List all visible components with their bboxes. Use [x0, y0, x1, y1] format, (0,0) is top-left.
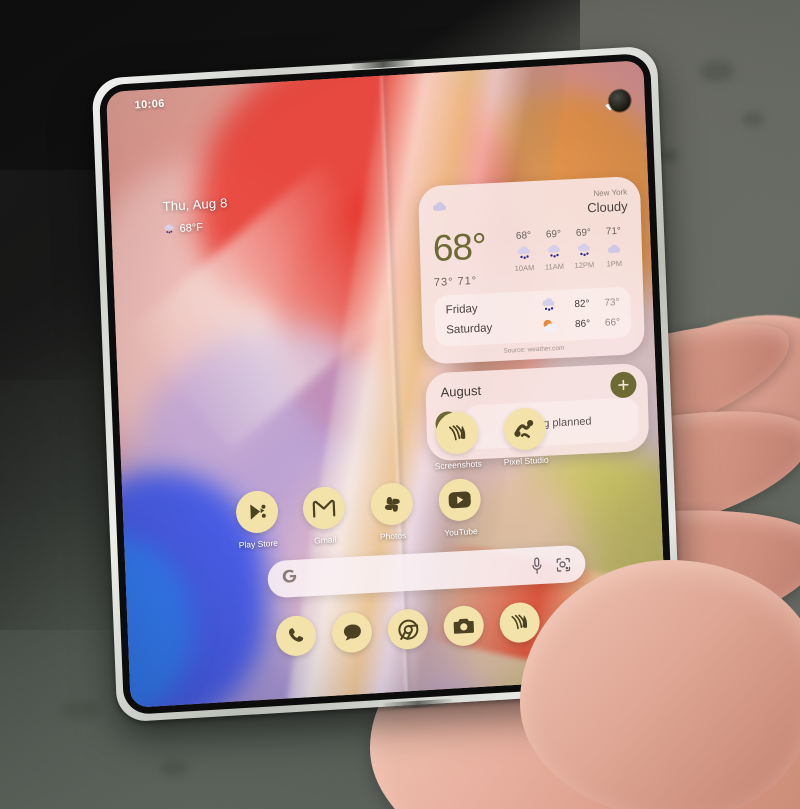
weather-high-low: 73° 71°	[434, 273, 510, 289]
google-g-icon	[281, 568, 298, 590]
app-screenshots[interactable]: Screenshots	[422, 410, 492, 472]
background-speck	[660, 150, 678, 162]
weather-condition: Cloudy	[586, 198, 628, 216]
gmail-icon	[302, 485, 346, 531]
app-photos[interactable]: Photos	[357, 481, 427, 543]
background-speck	[700, 60, 734, 82]
status-clock: 10:06	[134, 97, 165, 112]
hourly-temp: 69°	[575, 227, 592, 240]
hourly-time: 12PM	[574, 260, 595, 271]
rain-icon	[509, 245, 539, 262]
at-a-glance[interactable]: Thu, Aug 8 68°F	[162, 195, 228, 239]
screenshots-icon	[498, 601, 541, 644]
pixel-studio-icon	[503, 406, 547, 452]
dock-phone[interactable]	[275, 614, 317, 658]
add-event-button[interactable]	[610, 371, 637, 399]
cloud-icon	[599, 240, 629, 257]
screenshots-icon	[435, 410, 479, 456]
plus-icon	[618, 379, 629, 391]
partly-sunny-icon	[538, 318, 560, 333]
dock-camera[interactable]	[442, 604, 485, 648]
hourly-temp: 71°	[605, 225, 622, 238]
hourly-time: 10AM	[514, 263, 535, 274]
hourly-temp: 69°	[545, 228, 562, 241]
rain-icon	[163, 220, 175, 239]
rain-icon	[537, 298, 559, 313]
photos-icon	[370, 481, 414, 527]
daily-low: 73°	[604, 296, 620, 309]
hourly-item: 71° 1PM	[598, 225, 630, 281]
camera-icon	[442, 604, 485, 648]
weather-widget[interactable]: New York Cloudy 68° 73° 71° 68° 10AM 69°…	[418, 175, 646, 365]
rain-icon	[569, 242, 599, 259]
weather-hourly: 68° 10AM 69° 11AM 69° 12PM 71° 1PM	[508, 221, 630, 285]
background-speck	[742, 112, 764, 126]
hourly-time: 1PM	[606, 258, 623, 269]
cloud-icon	[431, 198, 449, 217]
hourly-time: 11AM	[544, 261, 565, 272]
weather-low: 71°	[457, 275, 478, 288]
chrome-icon	[387, 608, 429, 651]
daily-low: 66°	[604, 316, 621, 329]
glance-temp: 68°F	[179, 221, 204, 236]
calendar-month: August	[440, 382, 482, 400]
daily-day: Saturday	[446, 322, 493, 337]
photo-scene: 10:06 Thu, Aug 8 68°F New York Cloudy 68…	[0, 0, 800, 809]
weather-main: 68° 73° 71° 68° 10AM 69° 11AM 69° 12PM 7…	[432, 221, 629, 289]
phone-icon	[275, 614, 317, 658]
weather-high: 73°	[433, 276, 454, 290]
messages-icon	[331, 611, 373, 654]
hourly-item: 68° 10AM	[508, 230, 540, 286]
app-pixel-studio[interactable]: Pixel Studio	[490, 406, 560, 468]
background-speck	[160, 760, 188, 776]
hourly-item: 69° 11AM	[538, 228, 570, 284]
search-input[interactable]	[298, 567, 519, 579]
dock-screenshots[interactable]	[498, 601, 541, 644]
background-speck	[60, 700, 100, 720]
daily-high: 82°	[574, 298, 590, 310]
rain-icon	[539, 243, 569, 260]
daily-high: 86°	[574, 318, 591, 330]
dock-messages[interactable]	[331, 611, 373, 654]
weather-current: 68° 73° 71°	[432, 225, 510, 289]
app-youtube[interactable]: YouTube	[425, 477, 495, 539]
youtube-icon	[437, 477, 482, 523]
glance-weather: 68°F	[163, 217, 228, 239]
hourly-item: 69° 12PM	[568, 227, 600, 283]
weather-current-temp: 68°	[432, 225, 487, 270]
microphone-icon[interactable]	[530, 557, 544, 575]
weather-daily: Friday 82° 73° Saturday 86° 66°	[434, 286, 632, 348]
glance-date: Thu, Aug 8	[162, 195, 228, 214]
play-store-icon	[235, 489, 279, 535]
weather-location: New York	[593, 187, 628, 199]
app-play-store[interactable]: Play Store	[222, 489, 292, 551]
google-lens-icon[interactable]	[555, 556, 572, 573]
daily-day: Friday	[445, 303, 478, 317]
app-gmail[interactable]: Gmail	[289, 485, 359, 547]
hourly-temp: 68°	[515, 230, 532, 242]
dock-chrome[interactable]	[387, 608, 429, 651]
